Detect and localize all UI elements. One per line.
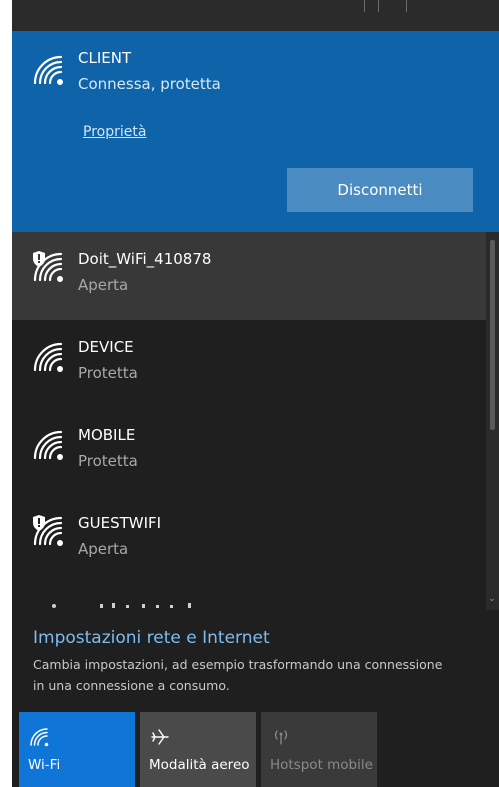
tile-label: Wi-Fi: [28, 757, 61, 773]
network-name: GUESTWIFI: [78, 514, 162, 532]
network-name: CLIENT: [78, 49, 132, 67]
disconnect-button[interactable]: Disconnetti: [287, 168, 473, 212]
airplane-mode-tile[interactable]: Modalità aereo: [140, 712, 256, 787]
wifi-open-shield-icon: [33, 251, 63, 282]
network-status: Aperta: [78, 540, 129, 558]
network-settings-description: Cambia impostazioni, ad esempio trasform…: [33, 657, 443, 693]
network-settings-link[interactable]: Impostazioni rete e Internet: [33, 628, 270, 648]
airplane-icon: [151, 729, 169, 745]
network-flyout: CLIENT Connessa, protetta Proprietà Disc…: [12, 0, 499, 787]
wifi-signal-icon: [33, 342, 63, 372]
top-strip: [12, 0, 499, 31]
network-list-scrollbar[interactable]: ⌄: [486, 232, 499, 610]
network-name: MOBILE: [78, 426, 136, 444]
mobile-hotspot-tile[interactable]: Hotspot mobile: [261, 712, 377, 787]
tile-label: Modalità aereo: [149, 757, 250, 773]
cutoff-network-item: [52, 603, 191, 608]
hotspot-icon: [274, 730, 288, 745]
network-status: Protetta: [78, 364, 138, 382]
wifi-toggle-tile[interactable]: Wi-Fi: [19, 712, 135, 787]
scrollbar-thumb[interactable]: [490, 240, 495, 430]
network-footer: Impostazioni rete e Internet Cambia impo…: [12, 610, 499, 787]
network-name: DEVICE: [78, 338, 134, 356]
network-status: Protetta: [78, 452, 138, 470]
network-item[interactable]: GUESTWIFI Aperta: [12, 496, 486, 584]
wifi-signal-icon: [33, 430, 63, 460]
network-status: Aperta: [78, 276, 129, 294]
wifi-signal-icon: [33, 55, 63, 85]
top-strip-divider: [378, 0, 379, 12]
network-status: Connessa, protetta: [78, 75, 221, 93]
top-strip-divider: [406, 0, 407, 12]
network-item[interactable]: DEVICE Protetta: [12, 320, 486, 408]
top-strip-divider: [364, 0, 365, 12]
network-item[interactable]: Doit_WiFi_410878 Aperta: [12, 232, 486, 320]
wifi-icon: [30, 728, 49, 747]
tile-label: Hotspot mobile: [270, 757, 373, 773]
chevron-down-icon[interactable]: ⌄: [488, 594, 496, 604]
properties-link[interactable]: Proprietà: [83, 124, 146, 140]
wifi-open-shield-icon: [33, 515, 63, 546]
network-name: Doit_WiFi_410878: [78, 250, 212, 268]
connected-network-item[interactable]: CLIENT Connessa, protetta Proprietà Disc…: [12, 31, 499, 232]
network-item[interactable]: MOBILE Protetta: [12, 408, 486, 496]
